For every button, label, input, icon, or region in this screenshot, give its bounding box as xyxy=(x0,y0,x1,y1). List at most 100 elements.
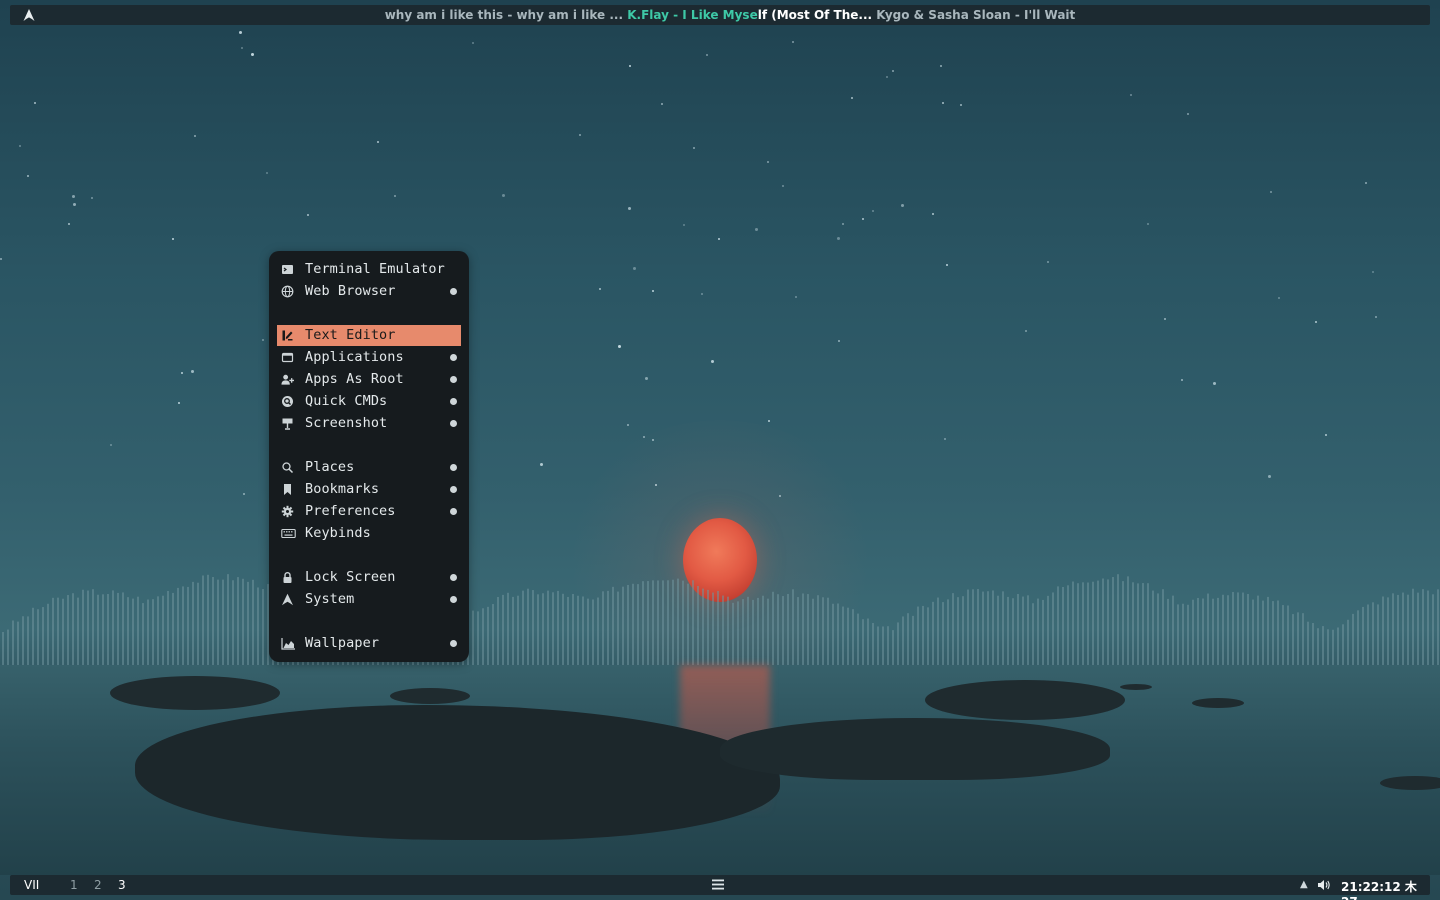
star xyxy=(683,224,685,226)
visualizer-bar xyxy=(597,597,599,666)
arrow-up-icon[interactable]: ▲ xyxy=(1300,879,1308,890)
visualizer-bar xyxy=(222,579,224,666)
volume-icon[interactable] xyxy=(1317,879,1331,891)
visualizer-bar xyxy=(652,580,654,666)
visualizer-bar xyxy=(237,577,239,666)
desktop[interactable]: why am i like this - why am i like ... K… xyxy=(0,0,1440,900)
menu-item-applications[interactable]: Applications xyxy=(277,347,461,368)
rock xyxy=(1120,684,1152,690)
visualizer-bar xyxy=(1237,592,1239,666)
visualizer-bar xyxy=(22,616,24,666)
visualizer-bar xyxy=(782,596,784,666)
visualizer-bar xyxy=(747,596,749,666)
visualizer-bar xyxy=(882,626,884,666)
visualizer-bar xyxy=(807,594,809,666)
track-next[interactable]: Kygo & Sasha Sloan - I'll Wait xyxy=(872,8,1075,22)
track-current-rest[interactable]: lf (Most Of The... xyxy=(758,8,872,22)
clock[interactable]: 21:22:12 木27 xyxy=(1341,878,1430,900)
menu-item-bookmarks[interactable]: Bookmarks xyxy=(277,479,461,500)
visualizer-bar xyxy=(672,579,674,666)
visualizer-bar xyxy=(217,579,219,666)
star xyxy=(932,213,934,215)
visualizer-bar xyxy=(1272,601,1274,666)
star xyxy=(628,207,631,210)
menu-item-quick-cmds[interactable]: Quick CMDs xyxy=(277,391,461,412)
star xyxy=(110,444,112,446)
menu-item-screenshot[interactable]: Screenshot xyxy=(277,413,461,434)
star xyxy=(792,41,794,43)
visualizer-bar xyxy=(1347,619,1349,666)
visualizer-bar xyxy=(1222,594,1224,666)
visualizer-bar xyxy=(32,607,34,666)
visualizer-bar xyxy=(1112,577,1114,666)
menu-item-web-browser[interactable]: Web Browser xyxy=(277,281,461,302)
visualizer-bar xyxy=(77,597,79,666)
visualizer-bar xyxy=(242,578,244,666)
visualizer-bar xyxy=(1217,597,1219,666)
visualizer-bar xyxy=(682,580,684,666)
star xyxy=(1270,191,1272,193)
visualizer-bar xyxy=(517,595,519,666)
visualizer-bar xyxy=(27,616,29,666)
submenu-indicator xyxy=(450,288,457,295)
audio-visualizer xyxy=(2,574,1439,666)
visualizer-bar xyxy=(997,595,999,666)
workspace-2[interactable]: 2 xyxy=(94,878,102,892)
star xyxy=(1187,113,1189,115)
track-current[interactable]: K.Flay - I Like Myse xyxy=(627,8,757,22)
visualizer-bar xyxy=(1242,592,1244,666)
visualizer-bar xyxy=(97,594,99,666)
hamburger-icon[interactable] xyxy=(712,879,724,890)
menu-item-text-editor[interactable]: Text Editor xyxy=(277,325,461,346)
visualizer-bar xyxy=(1062,586,1064,666)
visualizer-bar xyxy=(1227,595,1229,666)
star xyxy=(194,135,196,137)
menu-item-lock-screen[interactable]: Lock Screen xyxy=(277,567,461,588)
visualizer-bar xyxy=(1262,600,1264,666)
star xyxy=(91,197,93,199)
menu-item-system[interactable]: System xyxy=(277,589,461,610)
menu-item-apps-as-root[interactable]: Apps As Root xyxy=(277,369,461,390)
rock xyxy=(925,680,1125,720)
menu-item-label: Applications xyxy=(305,349,404,365)
rock xyxy=(1192,698,1244,708)
visualizer-bar xyxy=(632,583,634,666)
star xyxy=(872,210,874,212)
visualizer-bar xyxy=(172,592,174,666)
star xyxy=(795,296,797,298)
visualizer-bar xyxy=(182,586,184,666)
visualizer-bar xyxy=(622,586,624,666)
visualizer-bar xyxy=(927,607,929,666)
visualizer-bar xyxy=(1402,592,1404,666)
search-circle-icon xyxy=(282,396,293,407)
visualizer-bar xyxy=(1152,590,1154,666)
track-previous[interactable]: why am i like this - why am i like ... xyxy=(385,8,628,22)
visualizer-bar xyxy=(1412,588,1414,666)
layout-indicator[interactable]: VII xyxy=(24,878,39,892)
star xyxy=(711,360,714,363)
visualizer-bar xyxy=(617,591,619,666)
menu-item-places[interactable]: Places xyxy=(277,457,461,478)
star xyxy=(579,134,581,136)
visualizer-bar xyxy=(767,598,769,666)
visualizer-bar xyxy=(612,586,614,666)
music-tracks[interactable]: why am i like this - why am i like ... K… xyxy=(10,8,1440,22)
visualizer-bar xyxy=(1397,594,1399,666)
menu-item-keybinds[interactable]: Keybinds xyxy=(277,523,461,544)
visualizer-bar xyxy=(212,577,214,666)
visualizer-bar xyxy=(1122,581,1124,666)
search-icon xyxy=(282,462,294,474)
visualizer-bar xyxy=(1132,582,1134,666)
workspace-1[interactable]: 1 xyxy=(70,878,78,892)
menu-item-terminal-emulator[interactable]: Terminal Emulator xyxy=(277,259,461,280)
visualizer-bar xyxy=(1197,597,1199,666)
visualizer-bar xyxy=(832,603,834,666)
visualizer-bar xyxy=(227,574,229,666)
visualizer-bar xyxy=(962,596,964,666)
visualizer-bar xyxy=(207,574,209,666)
menu-item-wallpaper[interactable]: Wallpaper xyxy=(277,633,461,654)
visualizer-bar xyxy=(662,580,664,666)
menu-item-preferences[interactable]: Preferences xyxy=(277,501,461,522)
workspace-3[interactable]: 3 xyxy=(118,878,126,892)
visualizer-bar xyxy=(867,618,869,666)
